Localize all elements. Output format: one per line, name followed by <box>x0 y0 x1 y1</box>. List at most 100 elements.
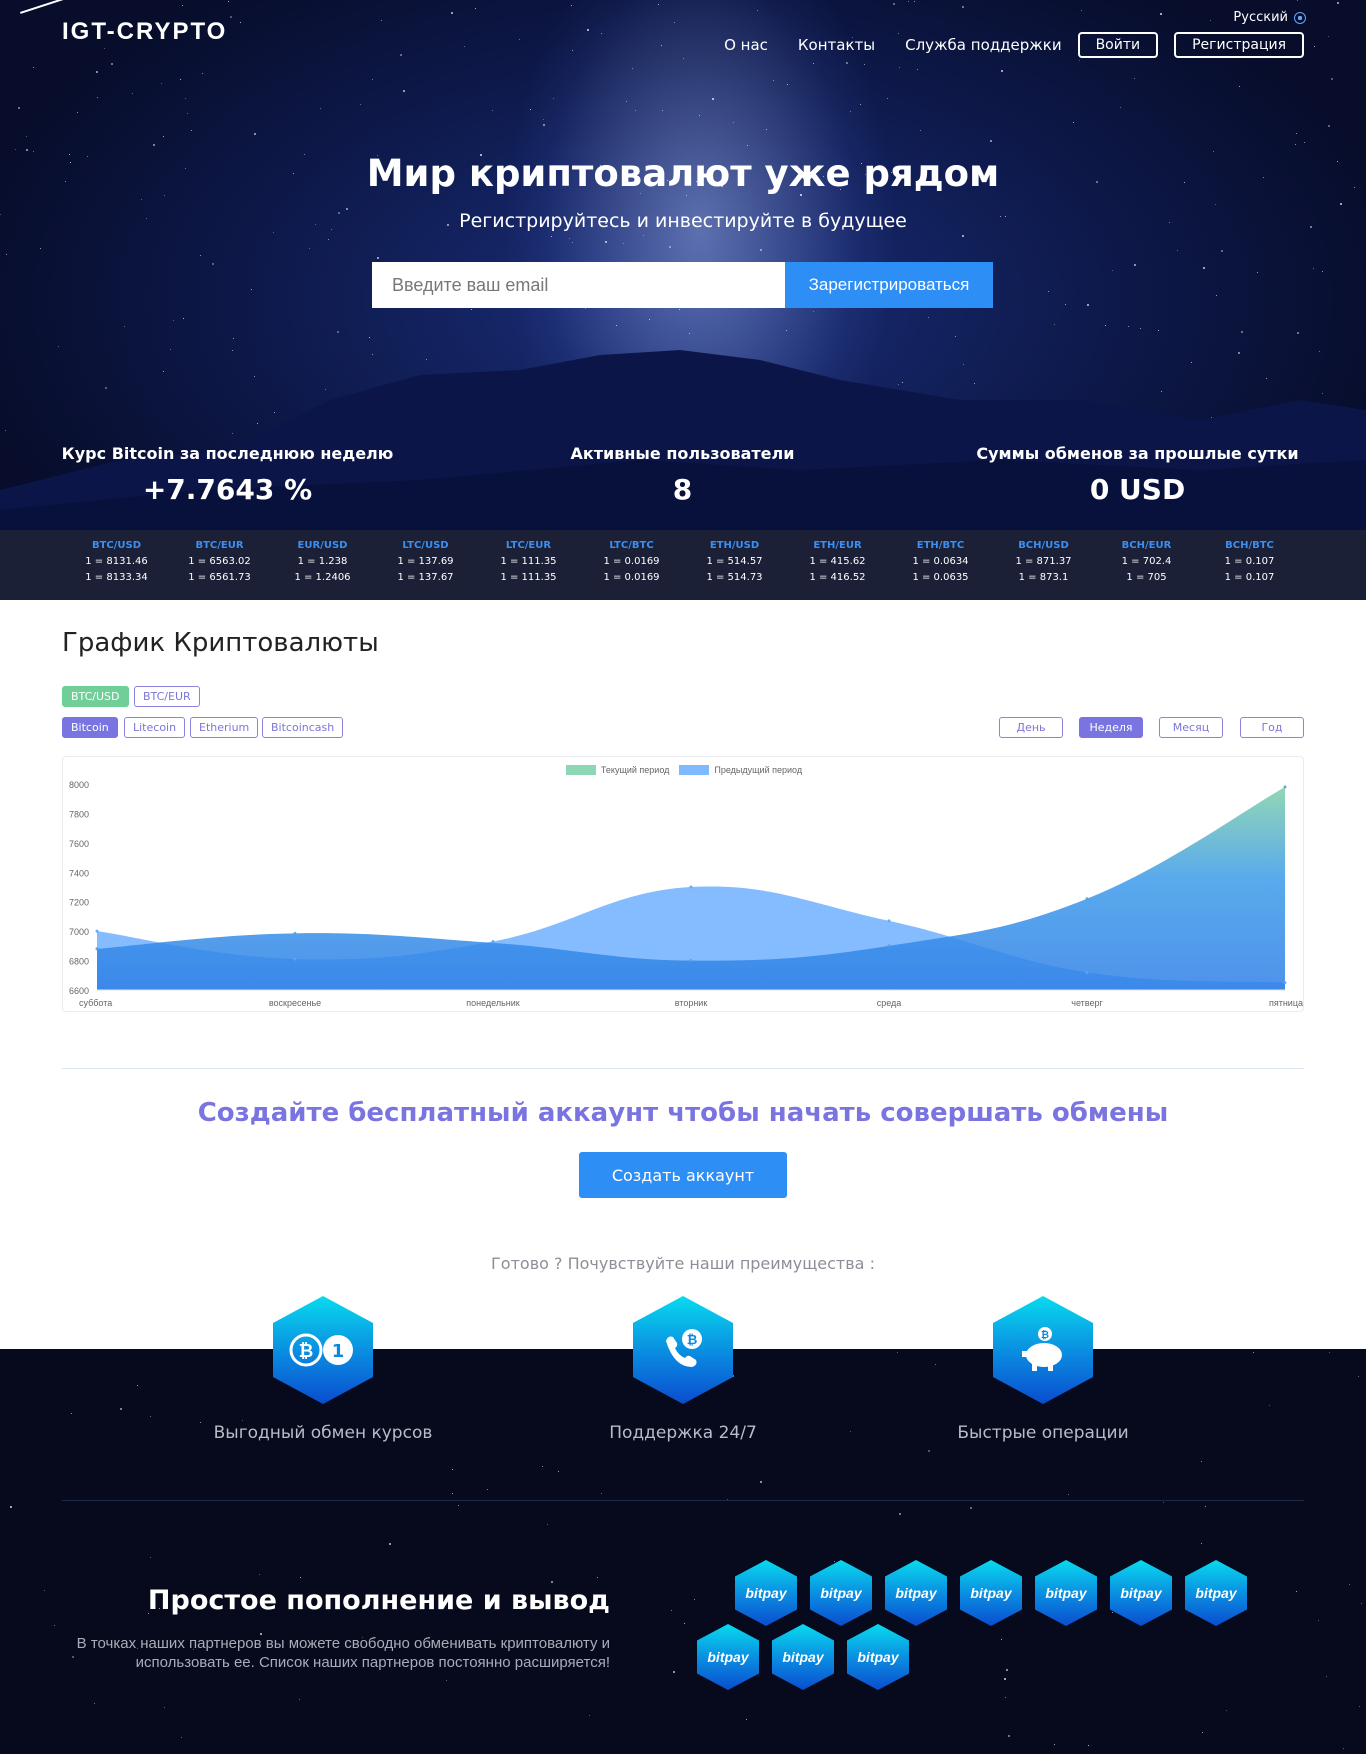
ticker-item: BCH/USD 1 = 871.37 1 = 873.1 <box>992 540 1095 600</box>
tab-period-day[interactable]: День <box>999 717 1063 738</box>
star <box>601 33 602 34</box>
svg-text:₿: ₿ <box>299 1341 314 1362</box>
star <box>1201 1543 1202 1544</box>
ticker-sell-rate: 1 = 0.0635 <box>912 572 969 583</box>
ticker-buy-rate: 1 = 137.69 <box>397 556 454 567</box>
star <box>543 124 545 126</box>
tab-currency-btc-usd[interactable]: BTC/USD <box>62 686 129 707</box>
ticker-buy-rate: 1 = 0.107 <box>1224 556 1275 567</box>
ticker-buy-rate: 1 = 8131.46 <box>85 556 148 567</box>
star <box>834 1561 835 1562</box>
rates-ticker: BTC/USD 1 = 8131.46 1 = 8133.34 BTC/EUR 1 = … <box>0 530 1366 600</box>
email-input[interactable] <box>372 262 785 308</box>
legend-swatch-previous <box>679 765 710 775</box>
tab-period-month[interactable]: Месяц <box>1159 717 1223 738</box>
tab-coin-bitcoincash[interactable]: Bitcoincash <box>262 717 344 738</box>
y-tick-label: 7000 <box>69 927 89 937</box>
star <box>1081 10 1082 11</box>
x-tick-label: среда <box>877 998 902 1008</box>
star <box>893 3 895 5</box>
ticker-item: LTC/BTC 1 = 0.0169 1 = 0.0169 <box>580 540 683 600</box>
star <box>381 20 382 21</box>
star <box>54 1625 55 1626</box>
star <box>33 67 34 68</box>
ticker-sell-rate: 1 = 873.1 <box>1018 572 1069 583</box>
star <box>547 1524 548 1525</box>
tab-coin-etherium[interactable]: Etherium <box>190 717 259 738</box>
point-previous <box>887 919 891 923</box>
login-button[interactable]: Войти <box>1077 32 1159 58</box>
star <box>626 101 627 102</box>
tab-period-year[interactable]: Год <box>1240 717 1304 738</box>
star <box>150 1557 151 1558</box>
star <box>300 1577 301 1578</box>
nav-support[interactable]: Служба поддержки <box>905 36 1061 54</box>
y-tick-label: 7400 <box>69 868 89 878</box>
tab-currency-btc-eur[interactable]: BTC/EUR <box>134 686 200 707</box>
star <box>542 1466 543 1467</box>
legend-previous[interactable]: Предыдущий период <box>679 765 802 775</box>
logo[interactable]: IGT-CRYPTO <box>62 18 227 46</box>
ticker-pair: ETH/EUR <box>813 540 862 551</box>
feature-label: Выгодный обмен курсов <box>213 1423 433 1443</box>
star <box>1054 324 1055 325</box>
star <box>377 257 379 259</box>
star <box>1221 250 1223 252</box>
star <box>360 104 361 105</box>
star <box>864 64 865 65</box>
star <box>597 1577 598 1578</box>
star <box>97 97 98 98</box>
create-account-button[interactable]: Создать аккаунт <box>579 1152 787 1198</box>
star <box>1226 1710 1227 1711</box>
star <box>182 5 183 6</box>
star <box>191 130 192 131</box>
star <box>1239 86 1240 87</box>
star <box>712 98 714 100</box>
partner-name: bitpay <box>970 1585 1012 1601</box>
star <box>251 289 252 290</box>
register-button[interactable]: Регистрация <box>1174 32 1304 58</box>
star <box>44 1590 45 1591</box>
partner-name: bitpay <box>1045 1585 1087 1601</box>
ticker-item: EUR/USD 1 = 1.238 1 = 1.2406 <box>271 540 374 600</box>
star <box>464 46 465 47</box>
signup-submit-button[interactable]: Зарегистрироваться <box>785 262 993 308</box>
star <box>962 235 964 237</box>
signup-form: Зарегистрироваться <box>372 262 993 308</box>
ticker-pair: BCH/USD <box>1018 540 1069 551</box>
partner-name: bitpay <box>895 1585 937 1601</box>
ticker-item: ETH/BTC 1 = 0.0634 1 = 0.0635 <box>889 540 992 600</box>
star <box>661 45 662 46</box>
star <box>1134 264 1136 266</box>
ticker-pair: LTC/USD <box>402 540 449 551</box>
star <box>1054 1744 1055 1745</box>
star <box>850 111 851 112</box>
tab-coin-bitcoin[interactable]: Bitcoin <box>62 717 118 738</box>
star <box>914 1 915 2</box>
tab-period-week[interactable]: Неделя <box>1079 717 1143 738</box>
svg-text:₿: ₿ <box>687 1333 698 1348</box>
hero-title: Мир криптовалют уже рядом <box>366 152 1000 195</box>
star <box>164 195 165 196</box>
ticker-sell-rate: 1 = 137.67 <box>397 572 454 583</box>
star <box>187 113 188 114</box>
feature-label: Быстрые операции <box>957 1423 1129 1443</box>
legend-current[interactable]: Текущий период <box>565 765 669 775</box>
star <box>180 79 181 80</box>
tab-coin-litecoin[interactable]: Litecoin <box>124 717 186 738</box>
stat-btc-week: Курс Bitcoin за последнюю неделю +7.7643… <box>0 444 455 506</box>
partner-name: bitpay <box>782 1649 824 1665</box>
ticker-sell-rate: 1 = 6561.73 <box>188 572 251 583</box>
star <box>551 1581 553 1583</box>
star <box>185 98 186 99</box>
language-selector[interactable]: Русский <box>1233 10 1306 25</box>
star <box>970 1507 972 1509</box>
nav-contacts[interactable]: Контакты <box>798 36 875 54</box>
star <box>26 149 28 151</box>
ticker-sell-rate: 1 = 0.107 <box>1224 572 1275 583</box>
partner-name: bitpay <box>857 1649 899 1665</box>
ticker-pair: LTC/BTC <box>609 540 654 551</box>
star <box>632 68 633 69</box>
ticker-buy-rate: 1 = 871.37 <box>1015 556 1072 567</box>
nav-about[interactable]: О нас <box>724 36 768 54</box>
